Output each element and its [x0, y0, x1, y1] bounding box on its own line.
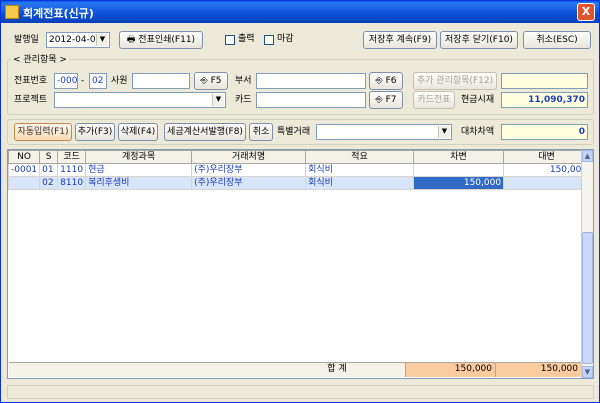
- cell-code[interactable]: 8110: [57, 176, 87, 190]
- card-field[interactable]: [256, 92, 366, 108]
- col-header-s[interactable]: S: [39, 150, 59, 164]
- dept-label: 부서: [235, 76, 252, 86]
- table-row[interactable]: -0001 01 1110 현금 (주)우리장부 회식비 150,000: [8, 163, 591, 177]
- action-cancel-button[interactable]: 취소: [249, 123, 273, 141]
- delete-button[interactable]: 삭제(F4): [118, 123, 158, 141]
- printer-icon: 🖶: [126, 35, 136, 45]
- cell-account[interactable]: 현금: [85, 163, 193, 177]
- key-icon: ⎆: [375, 95, 383, 105]
- dept-field[interactable]: [256, 73, 366, 89]
- col-header-client[interactable]: 거래처명: [191, 150, 307, 164]
- project-label: 프로젝트: [14, 95, 48, 105]
- close-label: 마감: [277, 34, 294, 44]
- special-transaction-combo[interactable]: ▼: [316, 124, 452, 140]
- extra-management-field[interactable]: [501, 73, 588, 89]
- scroll-up-icon[interactable]: ▲: [582, 150, 593, 162]
- app-icon: [5, 5, 19, 19]
- voucher-window: 회계전표(신규) X 발행일 2012-04-07 ▼ 🖶 전표인쇄(F11) …: [0, 0, 600, 403]
- voucher-no-a[interactable]: -0001: [54, 73, 78, 89]
- col-header-debit[interactable]: 차변: [413, 150, 505, 164]
- save-continue-button[interactable]: 저장후 계속(F9): [363, 31, 437, 49]
- chevron-down-icon[interactable]: ▼: [438, 126, 450, 138]
- cell-memo[interactable]: 회식비: [305, 163, 415, 177]
- cell-s[interactable]: 02: [39, 176, 59, 190]
- cell-debit[interactable]: [413, 163, 505, 177]
- print-voucher-button[interactable]: 🖶 전표인쇄(F11): [119, 31, 203, 49]
- col-header-account[interactable]: 계정과목: [85, 150, 193, 164]
- col-header-credit[interactable]: 대변: [503, 150, 591, 164]
- cell-no[interactable]: -0001: [8, 163, 41, 177]
- tax-invoice-button[interactable]: 세금계산서발행(F8): [164, 123, 246, 141]
- cancel-button[interactable]: 취소(ESC): [523, 31, 591, 49]
- management-group-title: < 관리항목 >: [11, 54, 69, 66]
- journal-grid[interactable]: NO S 코드 계정과목 거래처명 적요 차변 대변 -0001 01 1110…: [7, 149, 594, 379]
- auto-input-button[interactable]: 자동입력(F1): [14, 123, 72, 141]
- add-button[interactable]: 추가(F3): [75, 123, 115, 141]
- cell-s[interactable]: 01: [39, 163, 59, 177]
- close-checkbox[interactable]: [264, 35, 274, 45]
- cell-debit[interactable]: 150,000: [413, 176, 505, 190]
- cell-credit[interactable]: [503, 176, 591, 190]
- card-label: 카드: [235, 95, 252, 105]
- date-combo[interactable]: 2012-04-07 ▼: [46, 32, 110, 48]
- journal-table: NO S 코드 계정과목 거래처명 적요 차변 대변 -0001 01 1110…: [8, 150, 591, 190]
- output-label: 출력: [238, 34, 255, 44]
- balance-label: 대차차액: [461, 127, 495, 137]
- col-header-no[interactable]: NO: [8, 150, 41, 164]
- key-icon: ⎆: [375, 76, 383, 86]
- project-combo[interactable]: ▼: [54, 92, 226, 108]
- total-label: 합 계: [9, 363, 406, 377]
- chevron-down-icon[interactable]: ▼: [212, 94, 224, 106]
- f5-button[interactable]: ⎆ F5: [194, 72, 228, 90]
- employee-label: 사원: [111, 76, 128, 86]
- cash-value: 11,090,370: [501, 92, 588, 108]
- output-checkbox[interactable]: [225, 35, 235, 45]
- date-label: 발행일: [14, 35, 39, 45]
- scroll-down-icon[interactable]: ▼: [582, 366, 593, 378]
- cell-memo[interactable]: 회식비: [305, 176, 415, 190]
- cash-label: 현금시재: [461, 95, 495, 105]
- cell-client[interactable]: (주)우리장부: [191, 163, 307, 177]
- total-row: 합 계 150,000 150,000: [9, 362, 582, 377]
- total-credit: 150,000: [496, 363, 582, 377]
- voucher-dash: -: [81, 76, 85, 86]
- window-title: 회계전표(신규): [23, 7, 94, 20]
- cell-no[interactable]: [8, 176, 41, 190]
- save-close-button[interactable]: 저장후 닫기(F10): [440, 31, 518, 49]
- voucher-no-label: 전표번호: [14, 76, 48, 86]
- title-bar[interactable]: 회계전표(신규) X: [1, 1, 599, 23]
- grid-header-row: NO S 코드 계정과목 거래처명 적요 차변 대변: [8, 150, 591, 164]
- status-bar: [7, 385, 594, 399]
- vertical-scrollbar[interactable]: ▲ ▼: [581, 150, 593, 378]
- cell-code[interactable]: 1110: [57, 163, 87, 177]
- voucher-no-b[interactable]: 02: [89, 73, 107, 89]
- chevron-down-icon[interactable]: ▼: [96, 34, 108, 46]
- scroll-thumb[interactable]: [582, 232, 593, 364]
- key-icon: ⎆: [200, 76, 208, 86]
- date-value: 2012-04-07: [49, 35, 102, 45]
- f7-button[interactable]: ⎆ F7: [369, 91, 403, 109]
- cell-account[interactable]: 복리후생비: [85, 176, 193, 190]
- balance-value: 0: [501, 124, 588, 140]
- total-debit: 150,000: [406, 363, 496, 377]
- cell-credit[interactable]: 150,000: [503, 163, 591, 177]
- f6-button[interactable]: ⎆ F6: [369, 72, 403, 90]
- col-header-code[interactable]: 코드: [57, 150, 87, 164]
- cell-client[interactable]: (주)우리장부: [191, 176, 307, 190]
- table-row[interactable]: 02 8110 복리후생비 (주)우리장부 회식비 150,000: [8, 176, 591, 190]
- col-header-memo[interactable]: 적요: [305, 150, 415, 164]
- close-button[interactable]: X: [577, 3, 595, 21]
- employee-field[interactable]: [132, 73, 190, 89]
- extra-management-button[interactable]: 추가 관리항목(F12): [413, 72, 497, 90]
- card-voucher-button[interactable]: 카드전표: [413, 91, 455, 109]
- special-transaction-label: 특별거래: [277, 127, 311, 137]
